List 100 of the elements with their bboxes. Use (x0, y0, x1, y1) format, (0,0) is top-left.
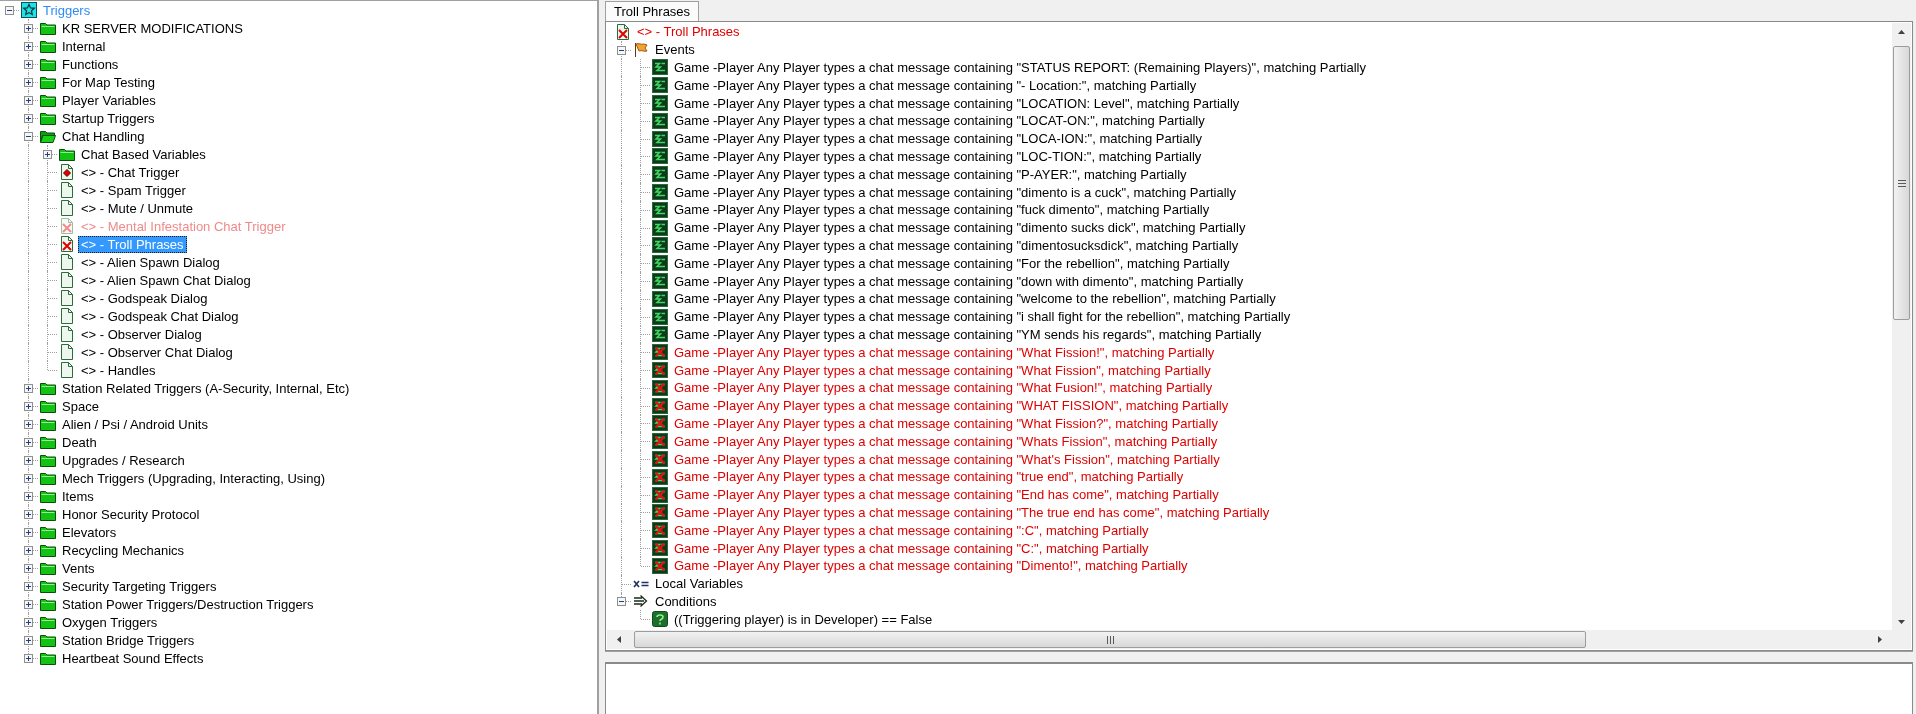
tree-item[interactable]: Internal (59, 37, 109, 55)
tab[interactable]: Troll Phrases (605, 1, 700, 21)
folder-icon (40, 453, 56, 467)
scrollbar-thumb[interactable] (634, 631, 1586, 648)
scrollbar-thumb[interactable] (1893, 46, 1910, 320)
event-item[interactable]: Game -Player Any Player types a chat message containing "STATUS REPORT: (Remaining Players)", matching Partially (671, 59, 1369, 76)
down-arrow-icon[interactable] (1898, 619, 1905, 624)
tree-item[interactable]: Death (59, 433, 100, 451)
tree-item[interactable]: <> - Alien Spawn Chat Dialog (78, 271, 254, 289)
condition-item[interactable]: ((Triggering player) is in Developer) == False (671, 610, 936, 628)
plus-box-icon[interactable] (24, 528, 33, 537)
event-item[interactable]: Game -Player Any Player types a chat message containing "dimento sucks dick", matching Partially (671, 219, 1249, 237)
event-item[interactable]: Game -Player Any Player types a chat message containing "- Location:", matching Partially (671, 76, 1200, 94)
tree-item[interactable]: Recycling Mechanics (59, 541, 188, 559)
tree-item[interactable]: Honor Security Protocol (59, 505, 203, 523)
plus-box-icon[interactable] (43, 150, 52, 159)
tree-item[interactable]: Station Power Triggers/Destruction Triggers (59, 595, 317, 613)
tree-item[interactable]: KR SERVER MODIFICATIONS (59, 19, 246, 37)
plus-box-icon[interactable] (24, 456, 33, 465)
tree-item[interactable]: Upgrades / Research (59, 451, 188, 469)
event-item[interactable]: Game -Player Any Player types a chat message containing "LOCAT-ON:", matching Partially (671, 112, 1208, 130)
plus-box-icon[interactable] (24, 24, 33, 33)
event-item[interactable]: Game -Player Any Player types a chat message containing "LOC-TION:", matching Partially (671, 147, 1205, 165)
plus-box-icon[interactable] (24, 492, 33, 501)
tree-item[interactable]: Space (59, 397, 102, 415)
event-item[interactable]: Game -Player Any Player types a chat message containing "down with dimento", matching Partially (671, 272, 1247, 290)
tree-item[interactable]: Startup Triggers (59, 109, 158, 127)
tree-item[interactable]: Oxygen Triggers (59, 613, 161, 631)
tree-item[interactable]: Station Bridge Triggers (59, 631, 198, 649)
tree-item[interactable]: Heartbeat Sound Effects (59, 649, 207, 667)
plus-box-icon[interactable] (24, 78, 33, 87)
arrow-icon (633, 594, 649, 609)
plus-box-icon[interactable] (24, 564, 33, 573)
tree-item[interactable]: <> - Alien Spawn Dialog (78, 253, 223, 271)
event-item[interactable]: Game -Player Any Player types a chat message containing "LOCA-ION:", matching Partially (671, 130, 1205, 148)
tree-item[interactable]: <> - Handles (78, 361, 159, 379)
tree-item[interactable]: Items (59, 487, 97, 505)
plus-box-icon[interactable] (24, 438, 33, 447)
left-arrow-icon[interactable] (617, 636, 621, 643)
plus-box-icon[interactable] (24, 114, 33, 123)
tree-item[interactable]: Triggers (40, 1, 94, 19)
plus-box-icon[interactable] (24, 96, 33, 105)
plus-box-icon[interactable] (24, 384, 33, 393)
folder-icon (40, 39, 56, 53)
plus-box-icon[interactable] (24, 636, 33, 645)
folder-icon (59, 147, 75, 161)
event-item[interactable]: Game -Player Any Player types a chat message containing "fuck dimento", matching Partially (671, 201, 1213, 219)
folder-icon (40, 615, 56, 629)
tree-item[interactable]: Security Targeting Triggers (59, 577, 220, 595)
folder-icon (40, 651, 56, 665)
right-arrow-icon[interactable] (1878, 636, 1882, 643)
minus-box-icon[interactable] (24, 132, 33, 141)
tree-item[interactable]: <> - Chat Trigger (78, 163, 183, 181)
plus-box-icon[interactable] (24, 402, 33, 411)
plus-box-icon[interactable] (24, 600, 33, 609)
tree-item[interactable]: Chat Handling (59, 127, 148, 145)
event-item[interactable]: Game -Player Any Player types a chat message containing "i shall fight for the rebellion", matching Partially (671, 308, 1294, 326)
plus-box-icon[interactable] (24, 654, 33, 663)
tree-item[interactable]: Elevators (59, 523, 120, 541)
tree-item[interactable]: Alien / Psi / Android Units (59, 415, 211, 433)
event-item[interactable]: Game -Player Any Player types a chat message containing "dimentosucksdick", matching Partially (671, 236, 1242, 254)
tree-item[interactable]: For Map Testing (59, 73, 158, 91)
plus-box-icon[interactable] (24, 510, 33, 519)
section-item[interactable]: Conditions (652, 592, 720, 610)
tree-item[interactable]: <> - Godspeak Dialog (78, 289, 211, 307)
plus-box-icon[interactable] (24, 420, 33, 429)
tree-item[interactable]: Chat Based Variables (78, 145, 209, 163)
tree-item[interactable]: Vents (59, 559, 98, 577)
plus-box-icon[interactable] (24, 618, 33, 627)
tree-item[interactable]: Player Variables (59, 91, 159, 109)
section-item[interactable]: Events (652, 41, 698, 59)
event-item[interactable]: Game -Player Any Player types a chat message containing "For the rebellion", matching Partially (671, 254, 1233, 272)
minus-box-icon[interactable] (5, 6, 14, 15)
plus-box-icon[interactable] (24, 474, 33, 483)
folder-icon (40, 93, 56, 107)
tree-item[interactable]: Functions (59, 55, 122, 73)
event-item[interactable]: Game -Player Any Player types a chat message containing "LOCATION: Level", matching Partially (671, 94, 1243, 112)
plus-box-icon[interactable] (24, 582, 33, 591)
vertical-scrollbar[interactable] (1892, 23, 1911, 630)
event-item[interactable]: Game -Player Any Player types a chat message containing "P-AYER:", matching Partially (671, 165, 1190, 183)
tree-item[interactable]: Station Related Triggers (A-Security, Internal, Etc) (59, 379, 353, 397)
event-item[interactable]: Game -Player Any Player types a chat message containing "dimento is a cuck", matching Partially (671, 183, 1239, 201)
tree-item[interactable]: <> - Godspeak Chat Dialog (78, 307, 242, 325)
event-item[interactable]: Game -Player Any Player types a chat message containing "YM sends his regards", matching Partially (671, 325, 1265, 343)
event-item[interactable]: Game -Player Any Player types a chat message containing "welcome to the rebellion", matching Partially (671, 290, 1279, 308)
folder-icon (40, 111, 56, 125)
up-arrow-icon[interactable] (1898, 29, 1905, 34)
tree-item[interactable]: Mech Triggers (Upgrading, Interacting, Using) (59, 469, 328, 487)
plus-box-icon[interactable] (24, 546, 33, 555)
horizontal-scrollbar[interactable] (607, 630, 1892, 649)
tree-item[interactable]: <> - Spam Trigger (78, 181, 189, 199)
folder-icon (40, 471, 56, 485)
tree-item[interactable]: <> - Mute / Unmute (78, 199, 196, 217)
minus-box-icon[interactable] (617, 45, 626, 55)
tree-item[interactable]: <> - Observer Dialog (78, 325, 205, 343)
tree-item[interactable]: <> - Observer Chat Dialog (78, 343, 236, 361)
minus-box-icon[interactable] (617, 597, 626, 607)
plus-box-icon[interactable] (24, 42, 33, 51)
plus-box-icon[interactable] (24, 60, 33, 69)
section-item[interactable]: Local Variables (652, 575, 746, 593)
